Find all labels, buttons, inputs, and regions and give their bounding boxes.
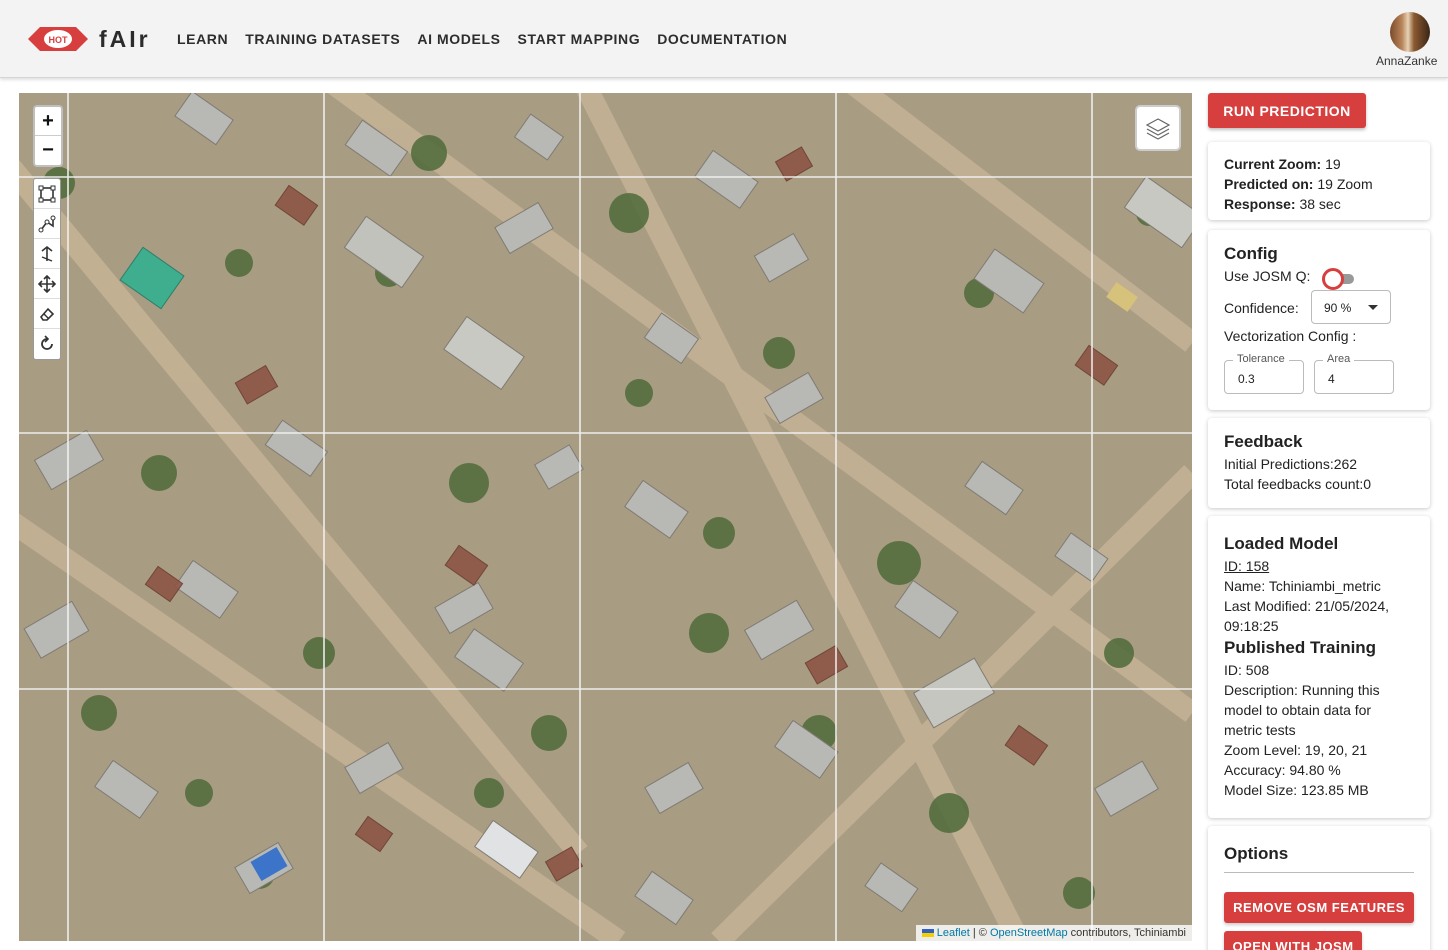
- accuracy: Accuracy: 94.80 %: [1224, 762, 1341, 778]
- layers-icon[interactable]: [1135, 105, 1181, 151]
- aerial-imagery: [19, 93, 1192, 941]
- svg-text:HOT: HOT: [49, 35, 69, 45]
- edit-shape-icon[interactable]: [34, 209, 60, 239]
- options-title: Options: [1224, 844, 1289, 863]
- loaded-model-title: Loaded Model: [1224, 534, 1339, 553]
- run-prediction-button[interactable]: RUN PREDICTION: [1208, 93, 1366, 128]
- eraser-icon[interactable]: [34, 299, 60, 329]
- chevron-down-icon: [1368, 305, 1378, 310]
- map-view[interactable]: + − Leaflet | © OpenStreetMap contributo…: [19, 93, 1192, 941]
- rotate-icon[interactable]: [34, 329, 60, 359]
- predicted-zoom-value: 19 Zoom: [1313, 176, 1373, 192]
- nav-documentation[interactable]: DOCUMENTATION: [657, 31, 787, 47]
- total-feedbacks: Total feedbacks count:0: [1224, 476, 1372, 492]
- main-nav: LEARN TRAINING DATASETS AI MODELS START …: [177, 31, 804, 47]
- nav-learn[interactable]: LEARN: [177, 31, 228, 47]
- confidence-select[interactable]: 90 %: [1311, 290, 1391, 324]
- avatar[interactable]: [1390, 12, 1430, 52]
- zoom-levels: Zoom Level: 19, 20, 21: [1224, 742, 1368, 758]
- feedback-title: Feedback: [1224, 432, 1303, 451]
- cut-icon[interactable]: [34, 239, 60, 269]
- model-last-modified-time: 09:18:25: [1224, 618, 1279, 634]
- area-field[interactable]: Area 4: [1314, 353, 1394, 394]
- vectorization-label: Vectorization Config :: [1224, 328, 1357, 344]
- current-zoom-value: 19: [1321, 156, 1341, 172]
- tolerance-field[interactable]: Tolerance 0.3: [1224, 353, 1304, 394]
- published-training-title: Published Training: [1224, 638, 1377, 657]
- remove-osm-features-button[interactable]: REMOVE OSM FEATURES: [1224, 892, 1414, 923]
- initial-predictions: Initial Predictions:262: [1224, 456, 1358, 472]
- osm-link[interactable]: OpenStreetMap: [990, 927, 1068, 939]
- model-card: Loaded Model ID: 158 Name: Tchiniambi_me…: [1208, 516, 1430, 818]
- zoom-in-button[interactable]: +: [35, 107, 61, 136]
- nav-training-datasets[interactable]: TRAINING DATASETS: [245, 31, 400, 47]
- app-header: HOT fAIr LEARN TRAINING DATASETS AI MODE…: [0, 0, 1448, 78]
- model-name: Name: Tchiniambi_metric: [1224, 578, 1381, 594]
- nav-start-mapping[interactable]: START MAPPING: [518, 31, 641, 47]
- josm-label: Use JOSM Q:: [1224, 268, 1311, 284]
- zoom-control: + −: [33, 105, 63, 167]
- status-card: Current Zoom: 19 Predicted on: 19 Zoom R…: [1208, 142, 1430, 220]
- map-attribution: Leaflet | © OpenStreetMap contributors, …: [915, 925, 1192, 941]
- josm-toggle[interactable]: [1322, 268, 1354, 290]
- training-description-2: model to obtain data for: [1224, 702, 1372, 718]
- username[interactable]: AnnaZanke: [1376, 54, 1437, 68]
- model-last-modified: Last Modified: 21/05/2024,: [1224, 598, 1390, 614]
- nav-ai-models[interactable]: AI MODELS: [417, 31, 500, 47]
- options-divider: [1224, 872, 1414, 873]
- options-card: Options REMOVE OSM FEATURES OPEN WITH JO…: [1208, 826, 1430, 950]
- move-icon[interactable]: [34, 269, 60, 299]
- config-title: Config: [1224, 244, 1278, 263]
- response-time-value: 38 sec: [1295, 196, 1341, 212]
- model-id-link[interactable]: ID: 158: [1224, 556, 1414, 576]
- training-description: Description: Running this: [1224, 682, 1380, 698]
- model-size: Model Size: 123.85 MB: [1224, 782, 1369, 798]
- brand-name[interactable]: fAIr: [99, 26, 151, 53]
- draw-rectangle-icon[interactable]: [34, 179, 60, 209]
- training-id: ID: 508: [1224, 662, 1270, 678]
- training-description-3: metric tests: [1224, 722, 1296, 738]
- ukraine-flag-icon: [921, 929, 934, 938]
- zoom-out-button[interactable]: −: [35, 136, 61, 165]
- open-with-josm-button[interactable]: OPEN WITH JOSM: [1224, 931, 1362, 950]
- config-card: Config Use JOSM Q: Confidence: 90 % Vect…: [1208, 230, 1430, 410]
- draw-toolbar: [33, 178, 61, 360]
- confidence-label: Confidence:: [1224, 300, 1299, 316]
- leaflet-link[interactable]: Leaflet: [937, 927, 970, 939]
- hot-logo[interactable]: HOT: [28, 24, 88, 54]
- feedback-card: Feedback Initial Predictions:262 Total f…: [1208, 418, 1430, 508]
